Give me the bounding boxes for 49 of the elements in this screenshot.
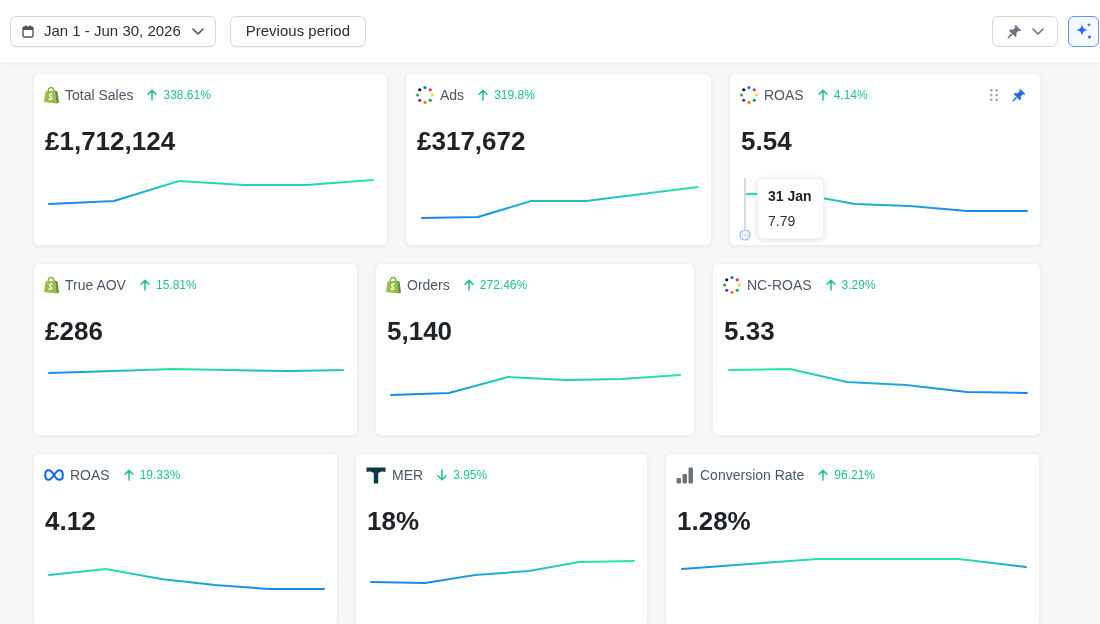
bar-chart-icon (676, 466, 694, 484)
tooltip-date: 31 Jan (768, 187, 812, 205)
compare-period-button[interactable]: Previous period (229, 15, 366, 47)
cursor-line (744, 178, 746, 230)
change-percent: 319.8% (494, 87, 535, 104)
metric-title: Total Sales (65, 85, 134, 105)
metric-title: True AOV (65, 275, 126, 295)
chevron-down-icon (1031, 27, 1044, 35)
shopping-bag-icon (44, 276, 59, 294)
sparkle-button[interactable] (1068, 15, 1099, 47)
change-percent: 272.46% (479, 277, 528, 294)
metric-title: Ads (440, 85, 465, 105)
dot-ring-icon (416, 86, 434, 104)
shopping-bag-icon (386, 276, 401, 294)
metric-value: 5,140 (387, 315, 453, 347)
chevron-down-icon (191, 27, 204, 35)
metric-value: 5.54 (741, 125, 792, 157)
metric-title: Conversion Rate (700, 465, 805, 485)
metric-title: Orders (407, 275, 450, 295)
metric-title: ROAS (764, 85, 804, 105)
calendar-icon (22, 24, 34, 38)
metric-value: £1,712,124 (45, 125, 176, 157)
change-percent: 3.95% (453, 467, 488, 484)
infinity-icon (44, 469, 64, 481)
date-range-button[interactable]: Jan 1 - Jun 30, 2026 (10, 15, 216, 47)
cursor-handle-icon[interactable] (739, 229, 751, 241)
metric-value: 5.33 (724, 315, 775, 347)
metric-title: NC-ROAS (747, 275, 812, 295)
dot-ring-icon (740, 86, 758, 104)
change-percent: 15.81% (155, 277, 197, 294)
metric-title: MER (392, 465, 424, 485)
pin-icon (1006, 23, 1022, 39)
tee-shape-icon (366, 466, 386, 484)
change-percent: 3.29% (841, 277, 876, 294)
metric-value: 18% (367, 505, 420, 537)
change-percent: 338.61% (163, 87, 211, 104)
metric-value: £317,672 (417, 125, 526, 157)
change-percent: 19.33% (139, 467, 181, 484)
change-percent: 96.21% (834, 467, 875, 484)
drag-handle-icon[interactable] (990, 89, 998, 101)
dot-ring-icon (723, 276, 741, 294)
pin-menu-button[interactable] (992, 15, 1058, 47)
metric-value: £286 (45, 315, 103, 347)
metric-value: 1.28% (677, 505, 751, 537)
metric-title: ROAS (70, 465, 110, 485)
shopping-bag-icon (44, 86, 59, 104)
metric-value: 4.12 (45, 505, 96, 537)
change-percent: 4.14% (833, 87, 868, 104)
tooltip-value: 7.79 (768, 212, 796, 230)
